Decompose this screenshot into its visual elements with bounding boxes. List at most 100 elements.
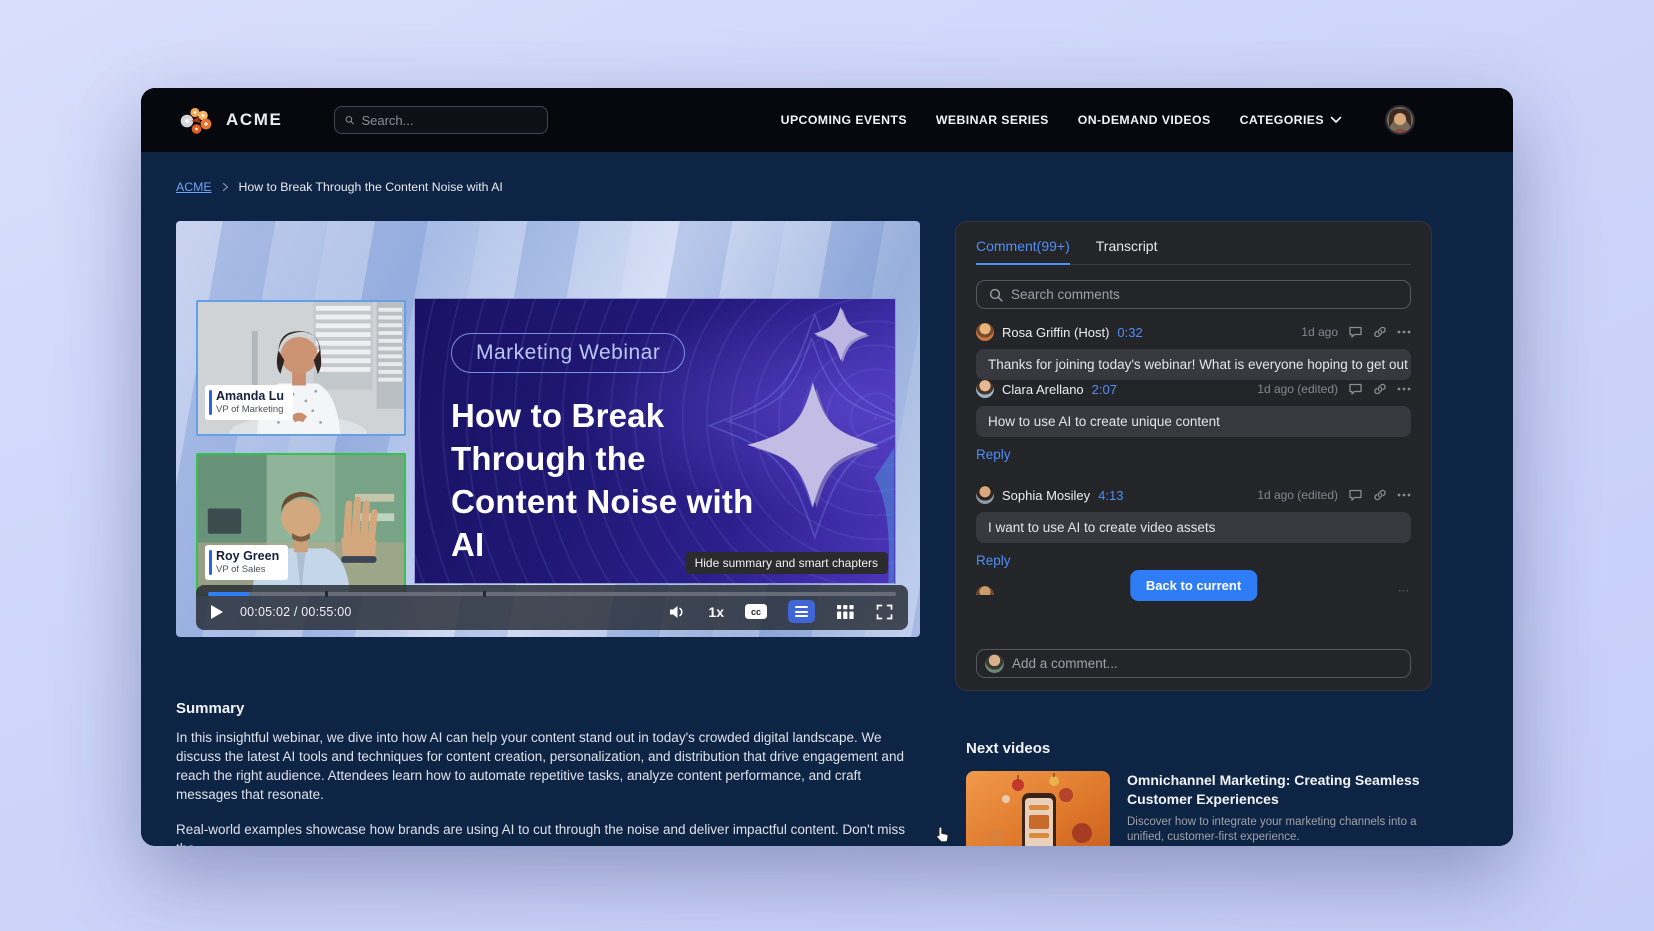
commenter-avatar bbox=[976, 586, 994, 595]
chapters-icon[interactable] bbox=[836, 604, 855, 620]
commenter-avatar bbox=[976, 486, 994, 504]
comment-timestamp-link[interactable]: 0:32 bbox=[1117, 325, 1142, 340]
comment-row: Sophia Mosiley 4:13 1d ago (edited) bbox=[976, 486, 1411, 504]
summary-paragraph-1: In this insightful webinar, we dive into… bbox=[176, 728, 920, 804]
commenter-name: Clara Arellano bbox=[1002, 382, 1084, 397]
next-video-thumbnail[interactable] bbox=[966, 771, 1110, 846]
brand-logo[interactable]: ACME bbox=[176, 103, 282, 137]
speaker-title: VP of Marketing bbox=[216, 404, 284, 416]
volume-icon bbox=[668, 604, 687, 620]
speaker-name: Roy Green bbox=[216, 549, 279, 565]
chat-bubble-icon[interactable] bbox=[1348, 325, 1363, 339]
more-icon[interactable] bbox=[1397, 493, 1411, 497]
nav-links: UPCOMING EVENTS WEBINAR SERIES ON-DEMAND… bbox=[781, 113, 1342, 127]
comments-search-input[interactable] bbox=[1011, 287, 1398, 302]
add-comment-field[interactable] bbox=[976, 649, 1411, 678]
next-video-item[interactable]: Omnichannel Marketing: Creating Seamless… bbox=[966, 771, 1432, 846]
fullscreen-button[interactable] bbox=[876, 604, 893, 620]
speaker-nametag-roy: Roy Green VP of Sales bbox=[205, 545, 288, 581]
commenter-avatar bbox=[976, 323, 994, 341]
comments-search[interactable] bbox=[976, 280, 1411, 309]
link-icon[interactable] bbox=[1373, 488, 1387, 502]
link-icon[interactable] bbox=[1373, 325, 1387, 339]
comment-timestamp-link[interactable]: 4:13 bbox=[1098, 488, 1123, 503]
nav-item-webinar-series[interactable]: WEBINAR SERIES bbox=[936, 113, 1049, 127]
speaker-name: Amanda Lu bbox=[216, 389, 284, 405]
comment-row: Clara Arellano 2:07 1d ago (edited) bbox=[976, 380, 1411, 398]
brand-name: ACME bbox=[226, 110, 282, 130]
next-videos-section: Next videos bbox=[966, 740, 1432, 846]
time-display: 00:05:02 / 00:55:00 bbox=[240, 605, 352, 619]
comments-panel: Comment(99+) Transcript Rosa Griffin (Ho… bbox=[955, 221, 1432, 691]
breadcrumb-home-link[interactable]: ACME bbox=[176, 180, 212, 194]
more-icon[interactable] bbox=[1397, 387, 1411, 391]
add-comment-input[interactable] bbox=[1012, 656, 1402, 671]
thumbnail-art bbox=[966, 771, 1110, 846]
player-tooltip: Hide summary and smart chapters bbox=[685, 552, 888, 574]
commenter-avatar bbox=[976, 380, 994, 398]
nav-search[interactable] bbox=[334, 106, 548, 134]
chat-bubble-icon[interactable] bbox=[1348, 382, 1363, 396]
comment-meta: 1d ago (edited) bbox=[1257, 488, 1411, 502]
video-player[interactable]: Amanda Lu VP of Marketing bbox=[176, 221, 920, 637]
presentation-slide: Marketing Webinar How to Break Through t… bbox=[414, 298, 896, 584]
top-navbar: ACME UPCOMING EVENTS WEBINAR SERIES ON-D… bbox=[141, 88, 1513, 152]
summary-paragraph-2: Real-world examples showcase how brands … bbox=[176, 820, 920, 846]
chevron-down-icon bbox=[1330, 116, 1342, 124]
summary-section: Summary In this insightful webinar, we d… bbox=[176, 700, 920, 846]
speaker-video-amanda: Amanda Lu VP of Marketing bbox=[196, 300, 406, 436]
cc-icon[interactable]: cc bbox=[745, 604, 767, 619]
comment-text: Thanks for joining today's webinar! What… bbox=[976, 349, 1411, 380]
speaker-video-roy: Roy Green VP of Sales bbox=[196, 453, 406, 596]
controls-right: 1x cc bbox=[668, 600, 893, 623]
nav-item-categories[interactable]: CATEGORIES bbox=[1240, 113, 1342, 127]
more-icon[interactable] bbox=[1397, 330, 1411, 334]
breadcrumb: ACME How to Break Through the Content No… bbox=[176, 180, 503, 194]
tab-comments[interactable]: Comment(99+) bbox=[976, 238, 1070, 265]
chat-bubble-icon[interactable] bbox=[1348, 488, 1363, 502]
chapter-marker bbox=[325, 591, 328, 597]
next-video-title[interactable]: Omnichannel Marketing: Creating Seamless… bbox=[1127, 771, 1432, 809]
next-video-description: Discover how to integrate your marketing… bbox=[1127, 815, 1432, 845]
play-button[interactable] bbox=[211, 605, 223, 619]
comments-list: Rosa Griffin (Host) 0:32 1d ago Thanks f… bbox=[976, 323, 1411, 595]
user-avatar[interactable] bbox=[1385, 105, 1415, 135]
panel-tabs: Comment(99+) Transcript bbox=[976, 238, 1411, 265]
nav-item-upcoming-events[interactable]: UPCOMING EVENTS bbox=[781, 113, 907, 127]
back-to-current-button[interactable]: Back to current bbox=[1130, 570, 1257, 601]
chapter-marker bbox=[483, 591, 486, 597]
slide-title: How to Break Through the Content Noise w… bbox=[451, 395, 781, 567]
commenter-name: Rosa Griffin (Host) bbox=[1002, 325, 1109, 340]
avatar-photo bbox=[1387, 107, 1413, 133]
reply-button[interactable]: Reply bbox=[976, 447, 1011, 462]
tab-transcript[interactable]: Transcript bbox=[1096, 238, 1158, 264]
next-videos-heading: Next videos bbox=[966, 740, 1432, 757]
comment-row: Rosa Griffin (Host) 0:32 1d ago bbox=[976, 323, 1411, 341]
progress-bar[interactable] bbox=[208, 592, 896, 596]
reply-button[interactable]: Reply bbox=[976, 553, 1011, 568]
comment-timestamp-link[interactable]: 2:07 bbox=[1092, 382, 1117, 397]
slide-badge: Marketing Webinar bbox=[451, 333, 685, 373]
comment-age: 1d ago (edited) bbox=[1257, 488, 1338, 502]
comment-text: I want to use AI to create video assets bbox=[976, 512, 1411, 543]
breadcrumb-current: How to Break Through the Content Noise w… bbox=[239, 180, 503, 194]
summary-heading: Summary bbox=[176, 700, 920, 717]
search-icon bbox=[345, 113, 354, 127]
comment-meta: 1d ago bbox=[1301, 325, 1411, 339]
comment-meta: 1d ago (edited) bbox=[1257, 382, 1411, 396]
comment-age: 1d ago bbox=[1301, 325, 1338, 339]
chevron-right-icon bbox=[221, 182, 230, 192]
volume-button[interactable] bbox=[668, 604, 687, 620]
playback-speed-button[interactable]: 1x bbox=[708, 604, 724, 620]
link-icon[interactable] bbox=[1373, 382, 1387, 396]
chapters-grid-icon bbox=[836, 604, 855, 620]
summary-icon[interactable] bbox=[788, 600, 815, 623]
progress-fill bbox=[208, 592, 249, 596]
controls-row: 00:05:02 / 00:55:00 1x cc bbox=[211, 598, 893, 625]
nav-search-input[interactable] bbox=[361, 113, 537, 128]
commenter-name: Sophia Mosiley bbox=[1002, 488, 1090, 503]
nav-item-on-demand-videos[interactable]: ON-DEMAND VIDEOS bbox=[1078, 113, 1211, 127]
fullscreen-icon bbox=[876, 604, 893, 620]
search-icon bbox=[989, 288, 1003, 302]
more-icon: ⋯ bbox=[1398, 584, 1411, 595]
